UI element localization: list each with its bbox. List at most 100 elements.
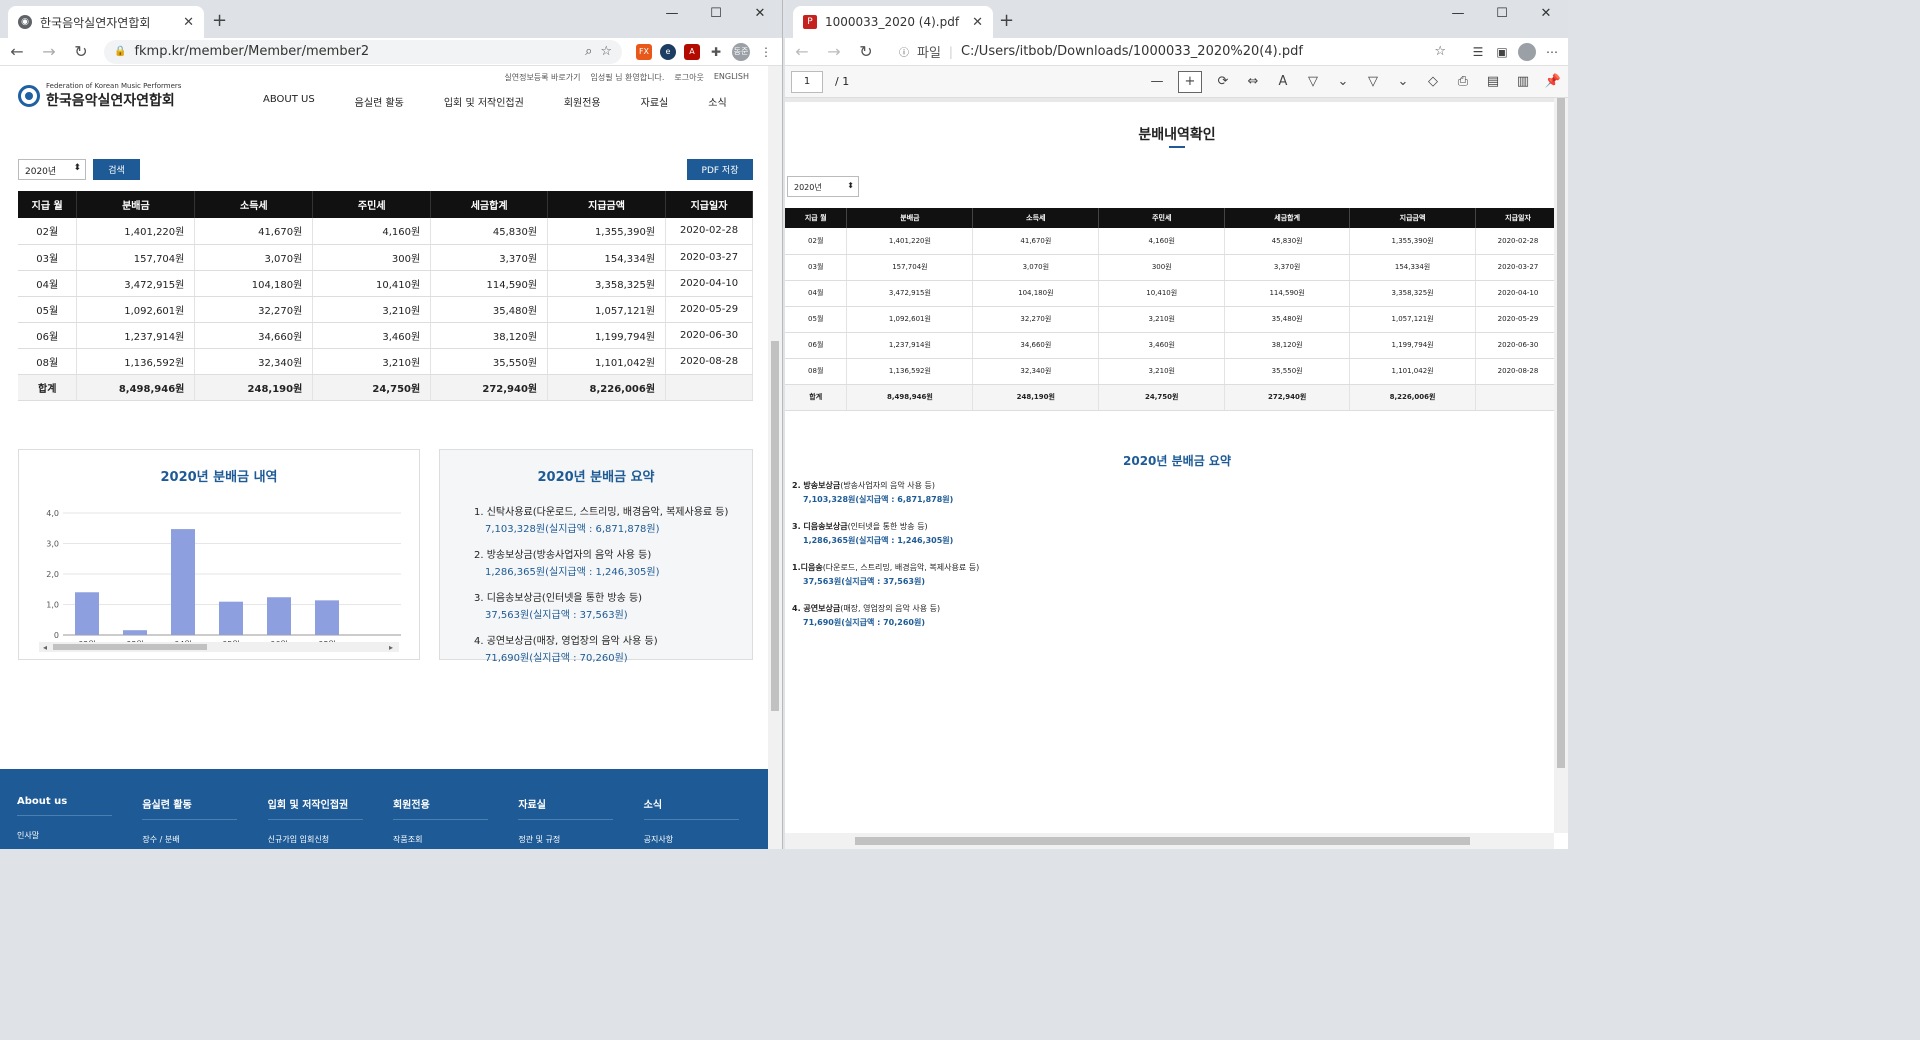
- table-cell: 3,358,325원: [547, 270, 667, 297]
- site-logo[interactable]: Federation of Korean Music Performers 한국…: [18, 82, 181, 110]
- save-as-icon[interactable]: ▥: [1514, 74, 1532, 89]
- scrollbar-thumb[interactable]: [855, 837, 1470, 845]
- zoom-in-icon[interactable]: +: [1178, 70, 1202, 93]
- forward-icon[interactable]: →: [825, 42, 843, 61]
- nav-member[interactable]: 회원전용: [564, 94, 601, 109]
- window-controls: — ☐ ✕: [1436, 0, 1568, 26]
- footer-link[interactable]: 인사말: [17, 830, 142, 841]
- lock-icon[interactable]: 🔒: [114, 46, 126, 57]
- close-window-icon[interactable]: ✕: [738, 0, 782, 26]
- nav-news[interactable]: 소식: [708, 94, 726, 109]
- minimize-icon[interactable]: —: [1436, 0, 1480, 26]
- zoom-out-icon[interactable]: —: [1148, 74, 1166, 89]
- search-button[interactable]: 검색: [93, 159, 140, 180]
- puzzle-extensions-icon[interactable]: ✚: [708, 43, 724, 60]
- table-cell: 10,410원: [312, 270, 432, 297]
- english-link[interactable]: ENGLISH: [714, 72, 749, 83]
- footer-link[interactable]: 장수 / 분배: [142, 834, 267, 845]
- page-scrollbar[interactable]: [768, 66, 782, 849]
- collections-icon[interactable]: ▣: [1494, 43, 1510, 60]
- footer-heading[interactable]: 자료실: [518, 796, 614, 820]
- pin-toolbar-icon[interactable]: 📌: [1544, 74, 1562, 89]
- summary-sub: 37,563원(실지급액 : 37,563원): [485, 610, 628, 621]
- edge-window: P 1000033_2020 (4).pdf ✕ + — ☐ ✕ ← → ↻ ⓘ…: [785, 0, 1568, 849]
- nav-archive[interactable]: 자료실: [641, 94, 669, 109]
- footer-heading[interactable]: 회원전용: [392, 796, 488, 820]
- table-row: 02월 1,401,220원 41,670원 4,160원 45,830원 1,355,3…: [785, 228, 1554, 255]
- zoom-search-icon[interactable]: ⌕: [585, 44, 592, 59]
- profile-avatar[interactable]: 동준: [732, 42, 750, 61]
- scrollbar-thumb[interactable]: [771, 341, 779, 711]
- maximize-icon[interactable]: ☐: [694, 0, 738, 26]
- save-icon[interactable]: ▤: [1484, 74, 1502, 89]
- year-select[interactable]: 2020년: [18, 159, 86, 180]
- footer-heading[interactable]: 음실련 활동: [142, 796, 238, 820]
- scrollbar-thumb[interactable]: [1557, 98, 1565, 768]
- browser-tab[interactable]: P 1000033_2020 (4).pdf ✕: [793, 6, 993, 38]
- footer-link[interactable]: 신규가입 입회신청: [268, 834, 393, 845]
- eraser-icon[interactable]: ◇: [1424, 74, 1442, 89]
- new-tab-icon[interactable]: +: [999, 10, 1014, 31]
- total-cell: [1475, 384, 1554, 411]
- read-aloud-icon[interactable]: A: [1274, 74, 1292, 89]
- footer-link[interactable]: 공지사항: [644, 834, 769, 845]
- favorite-star-icon[interactable]: ☆: [1434, 44, 1446, 59]
- pdf-scrollbar-v[interactable]: [1554, 98, 1568, 833]
- scroll-left-icon[interactable]: ◂: [43, 643, 47, 652]
- url-text[interactable]: fkmp.kr/member/Member/member2: [134, 44, 577, 59]
- util-link-register[interactable]: 실연정보등록 바로가기: [504, 72, 580, 83]
- minimize-icon[interactable]: —: [650, 0, 694, 26]
- scroll-right-icon[interactable]: ▸: [389, 643, 393, 652]
- pdf-save-button[interactable]: PDF 저장: [687, 159, 753, 180]
- nav-join[interactable]: 입회 및 저작인접권: [444, 94, 524, 109]
- profile-avatar[interactable]: [1518, 42, 1536, 61]
- fx-extension-icon[interactable]: FX: [636, 43, 652, 60]
- footer-link[interactable]: 작품조회: [393, 834, 518, 845]
- page-number-input[interactable]: 1: [791, 70, 823, 93]
- info-icon[interactable]: ⓘ: [899, 44, 909, 59]
- close-window-icon[interactable]: ✕: [1524, 0, 1568, 26]
- menu-kebab-icon[interactable]: ⋮: [758, 43, 774, 60]
- rotate-icon[interactable]: ⟳: [1214, 74, 1232, 89]
- settings-more-icon[interactable]: ⋯: [1544, 43, 1560, 60]
- footer-heading[interactable]: 소식: [643, 796, 739, 820]
- doc-title: 분배내역확인: [1138, 127, 1216, 143]
- browser-tab[interactable]: ◉ 한국음악실연자연합회 ✕: [8, 6, 204, 38]
- highlight-icon[interactable]: ▽: [1364, 74, 1382, 89]
- chart-scrollbar-thumb[interactable]: [53, 644, 207, 650]
- footer-link[interactable]: 정관 및 규정: [518, 834, 643, 845]
- back-icon[interactable]: ←: [793, 42, 811, 61]
- e-extension-icon[interactable]: e: [660, 43, 676, 60]
- footer-heading[interactable]: About us: [17, 796, 112, 816]
- omnibox[interactable]: ⓘ 파일 | C:/Users/itbob/Downloads/1000033_…: [889, 39, 1456, 64]
- pdf-scrollbar-h[interactable]: [785, 833, 1554, 849]
- bar: [315, 600, 339, 635]
- omnibox[interactable]: 🔒 fkmp.kr/member/Member/member2 ⌕ ☆: [104, 39, 622, 64]
- draw-dropdown-icon[interactable]: ⌄: [1334, 74, 1352, 89]
- reload-icon[interactable]: ↻: [72, 42, 90, 61]
- close-tab-icon[interactable]: ✕: [972, 15, 983, 30]
- fit-page-icon[interactable]: ⇔: [1244, 74, 1262, 89]
- print-icon[interactable]: ⎙: [1454, 74, 1472, 89]
- highlight-dropdown-icon[interactable]: ⌄: [1394, 74, 1412, 89]
- nav-about[interactable]: ABOUT US: [263, 94, 315, 109]
- table-cell: 1,355,390원: [1349, 228, 1477, 255]
- forward-icon[interactable]: →: [40, 42, 58, 61]
- nav-activity[interactable]: 음실련 활동: [355, 94, 404, 109]
- table-cell: 4,160원: [312, 218, 432, 245]
- new-tab-icon[interactable]: +: [212, 10, 227, 31]
- favorites-icon[interactable]: ☰: [1470, 43, 1486, 60]
- draw-icon[interactable]: ▽: [1304, 74, 1322, 89]
- acrobat-extension-icon[interactable]: A: [684, 43, 700, 60]
- table-cell: 3,070원: [972, 254, 1100, 281]
- logout-link[interactable]: 로그아웃: [674, 72, 703, 83]
- summary-title: 2020년 분배금 요약: [537, 470, 655, 485]
- table-cell: 300원: [1098, 254, 1226, 281]
- footer-heading[interactable]: 입회 및 저작인접권: [267, 796, 363, 820]
- back-icon[interactable]: ←: [8, 42, 26, 61]
- maximize-icon[interactable]: ☐: [1480, 0, 1524, 26]
- bookmark-star-icon[interactable]: ☆: [600, 44, 612, 59]
- reload-icon[interactable]: ↻: [857, 42, 875, 61]
- close-tab-icon[interactable]: ✕: [183, 15, 194, 30]
- url-text[interactable]: C:/Users/itbob/Downloads/1000033_2020%20…: [961, 44, 1426, 59]
